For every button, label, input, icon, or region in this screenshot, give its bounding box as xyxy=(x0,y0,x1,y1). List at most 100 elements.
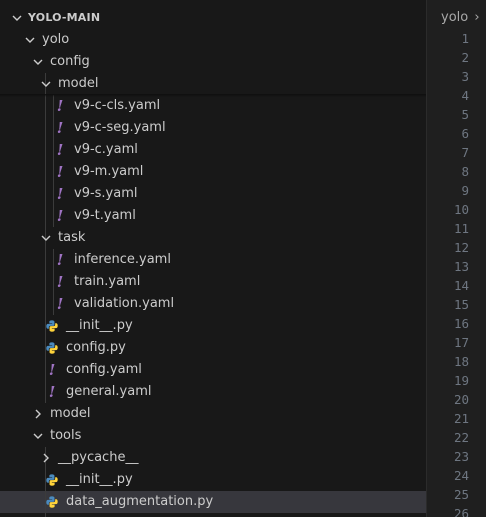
yaml-file-icon: ! xyxy=(56,163,64,181)
tree-folder[interactable]: __pycache__ xyxy=(0,447,426,469)
yaml-file-icon: ! xyxy=(56,119,64,137)
tree-file[interactable]: ! v9-c-cls.yaml xyxy=(0,95,426,117)
line-number: 10 xyxy=(453,202,469,217)
indent-guide xyxy=(45,271,46,293)
python-file-icon xyxy=(44,494,60,510)
line-number: 12 xyxy=(453,240,469,255)
tree-file[interactable]: config.py xyxy=(0,337,426,359)
indent-guide xyxy=(45,139,46,161)
chevron-down-icon[interactable] xyxy=(30,428,46,444)
chevron-right-icon[interactable] xyxy=(38,450,54,466)
breadcrumb-item[interactable]: yolo xyxy=(441,10,468,25)
tree-file[interactable]: ! inference.yaml xyxy=(0,249,426,271)
tree-file[interactable]: data_augmentation.py xyxy=(0,491,426,513)
tree-file[interactable]: ! config.yaml xyxy=(0,359,426,381)
line-number: 13 xyxy=(453,259,469,274)
yaml-file-icon: ! xyxy=(56,97,64,115)
tree-item-label: tools xyxy=(50,428,82,443)
tree-item-label: yolo xyxy=(42,32,70,47)
chevron-down-icon[interactable] xyxy=(38,230,54,246)
yaml-file-icon: ! xyxy=(48,383,56,401)
line-number: 7 xyxy=(461,145,469,160)
tree-item-label: v9-c-cls.yaml xyxy=(74,98,161,113)
tree-file[interactable]: __init__.py xyxy=(0,315,426,337)
explorer-panel: YOLO-MAIN yolo config model! v9-c-cls.yaml!… xyxy=(0,0,426,517)
yaml-file-icon: ! xyxy=(56,295,64,313)
tree-file[interactable]: __init__.py xyxy=(0,469,426,491)
line-number: 25 xyxy=(453,487,469,502)
chevron-down-icon[interactable] xyxy=(22,32,38,48)
breadcrumb: yolo › to xyxy=(441,10,486,25)
python-file-icon xyxy=(44,340,60,356)
tree-file[interactable]: data_conversion.py xyxy=(0,513,426,517)
chevron-down-icon[interactable] xyxy=(30,54,46,70)
python-file-icon xyxy=(44,472,60,488)
line-number: 19 xyxy=(453,373,469,388)
line-number: 14 xyxy=(453,278,469,293)
line-number-gutter: 1 2 3 4 5 6 7 8 9 10 11 12 13 14 15 16 17 18 19 20 21 22 23 24 2… xyxy=(427,29,469,517)
tree-file[interactable]: ! v9-c-seg.yaml xyxy=(0,117,426,139)
line-number: 6 xyxy=(461,126,469,141)
line-number: 9 xyxy=(461,183,469,198)
line-number: 1 xyxy=(461,31,469,46)
tree-file[interactable]: ! general.yaml xyxy=(0,381,426,403)
file-tree: yolo config model! v9-c-cls.yaml! v9-c-seg.y… xyxy=(0,29,426,517)
python-file-icon xyxy=(44,318,60,334)
tree-item-label: model xyxy=(58,76,99,91)
yaml-file-icon: ! xyxy=(48,361,56,379)
line-number: 24 xyxy=(453,468,469,483)
line-number: 17 xyxy=(453,335,469,350)
tree-folder[interactable]: model xyxy=(0,403,426,425)
line-number: 2 xyxy=(461,50,469,65)
line-number: 22 xyxy=(453,430,469,445)
tree-item-label: inference.yaml xyxy=(74,252,171,267)
line-number: 20 xyxy=(453,392,469,407)
indent-guide xyxy=(45,183,46,205)
tree-item-label: __init__.py xyxy=(66,318,133,333)
tree-file[interactable]: ! v9-t.yaml xyxy=(0,205,426,227)
yaml-file-icon: ! xyxy=(56,207,64,225)
tree-item-label: data_augmentation.py xyxy=(66,494,214,509)
tree-folder[interactable]: yolo xyxy=(0,29,426,51)
tree-folder[interactable]: model xyxy=(0,73,426,95)
indent-guide xyxy=(45,293,46,315)
tree-item-label: config.py xyxy=(66,340,126,355)
tree-item-label: v9-c-seg.yaml xyxy=(74,120,166,135)
tree-file[interactable]: ! v9-s.yaml xyxy=(0,183,426,205)
line-number: 11 xyxy=(453,221,469,236)
line-number: 18 xyxy=(453,354,469,369)
line-number: 26 xyxy=(453,506,469,517)
tree-folder[interactable]: tools xyxy=(0,425,426,447)
tree-item-label: train.yaml xyxy=(74,274,141,289)
line-number: 21 xyxy=(453,411,469,426)
tree-item-label: model xyxy=(50,406,91,421)
line-number: 4 xyxy=(461,88,469,103)
chevron-down-icon[interactable] xyxy=(38,76,54,92)
tree-file[interactable]: ! v9-c.yaml xyxy=(0,139,426,161)
tree-item-label: v9-m.yaml xyxy=(74,164,144,179)
line-number: 16 xyxy=(453,316,469,331)
tree-item-label: __init__.py xyxy=(66,472,133,487)
tree-item-label: data_conversion.py xyxy=(66,513,193,517)
tree-item-label: general.yaml xyxy=(66,384,152,399)
indent-guide xyxy=(45,205,46,227)
tree-folder[interactable]: config xyxy=(0,51,426,73)
explorer-section-title: YOLO-MAIN xyxy=(28,11,101,24)
tree-item-label: config.yaml xyxy=(66,362,142,377)
tree-item-label: validation.yaml xyxy=(74,296,175,311)
tree-file[interactable]: ! train.yaml xyxy=(0,271,426,293)
indent-guide xyxy=(45,95,46,117)
yaml-file-icon: ! xyxy=(56,141,64,159)
tree-file[interactable]: ! validation.yaml xyxy=(0,293,426,315)
tree-folder[interactable]: task xyxy=(0,227,426,249)
tree-item-label: task xyxy=(58,230,86,245)
line-number: 3 xyxy=(461,69,469,84)
indent-guide xyxy=(45,117,46,139)
chevron-right-icon: › xyxy=(474,10,480,25)
line-number: 23 xyxy=(453,449,469,464)
tree-item-label: v9-s.yaml xyxy=(74,186,138,201)
tree-item-label: v9-c.yaml xyxy=(74,142,138,157)
chevron-right-icon[interactable] xyxy=(30,406,46,422)
tree-file[interactable]: ! v9-m.yaml xyxy=(0,161,426,183)
tree-item-label: __pycache__ xyxy=(58,450,139,465)
